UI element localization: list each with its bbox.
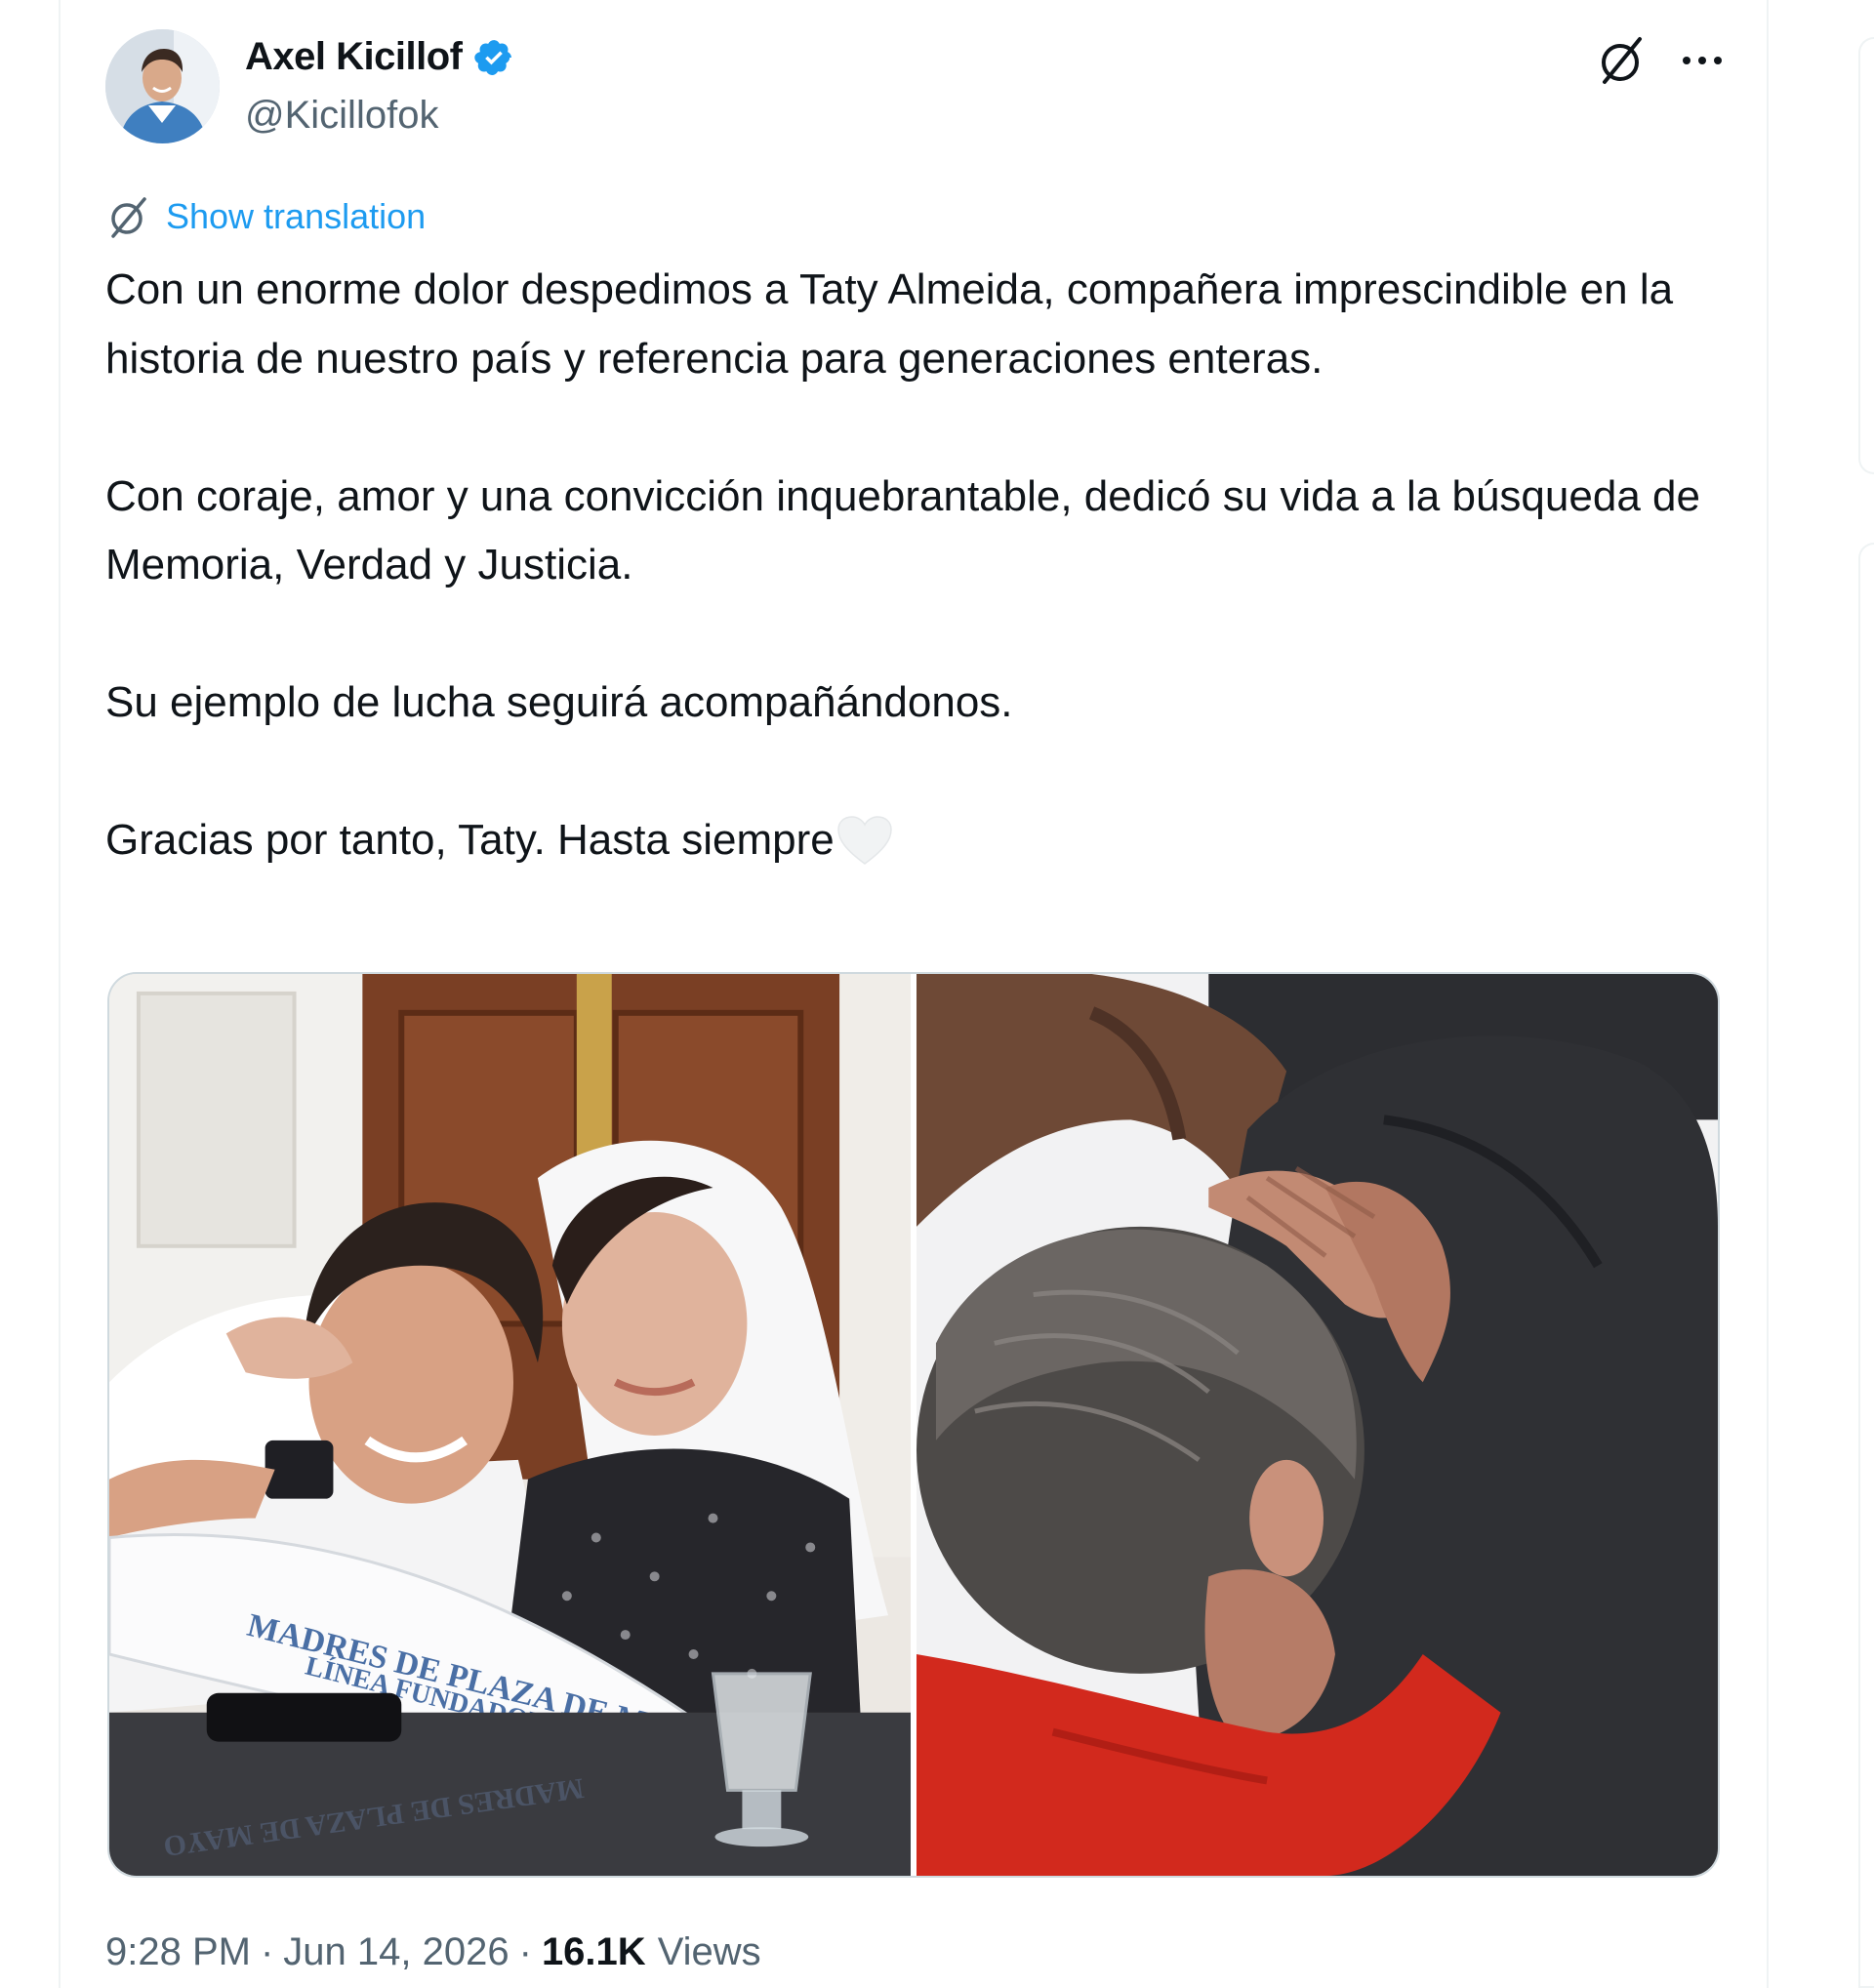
white-heart-icon	[836, 816, 892, 865]
tweet-media-grid: MADRES DE PLAZA DE MAYO LÍNEA FUNDADORA …	[107, 972, 1720, 1878]
page: Axel Kicillof @Kicillofok Show translati…	[0, 0, 1874, 1988]
tweet-date[interactable]: Jun 14, 2026	[283, 1930, 509, 1974]
right-sidebar-card-edge	[1858, 37, 1874, 474]
show-translation-label: Show translation	[166, 196, 427, 236]
author-handle[interactable]: @Kicillofok	[245, 94, 438, 138]
show-translation-link[interactable]: Show translation	[105, 193, 426, 240]
tweet-timestamp[interactable]: 9:28 PM	[105, 1930, 251, 1974]
tweet-text: Con un enorme dolor despedimos a Taty Al…	[105, 256, 1745, 875]
tweet-photo-2[interactable]	[917, 974, 1718, 1876]
author-name-row: Axel Kicillof	[245, 35, 514, 79]
meta-separator: ·	[260, 1930, 274, 1973]
grok-icon[interactable]	[1595, 33, 1650, 88]
avatar[interactable]	[105, 29, 220, 143]
tweet-paragraph: Con coraje, amor y una convicción inqueb…	[105, 471, 1700, 589]
views-count: 16.1K	[541, 1930, 646, 1973]
tweet-header: Axel Kicillof @Kicillofok	[105, 29, 1726, 146]
tweet-paragraph: Gracias por tanto, Taty. Hasta siempre	[105, 816, 835, 864]
photo-man-and-woman-with-headscarf: MADRES DE PLAZA DE MAYO LÍNEA FUNDADORA …	[109, 974, 911, 1876]
tweet-paragraph: Con un enorme dolor despedimos a Taty Al…	[105, 265, 1674, 383]
verified-badge-icon	[474, 39, 512, 75]
more-icon[interactable]	[1675, 41, 1730, 80]
photo-embrace	[917, 974, 1718, 1876]
right-sidebar-card-edge	[1858, 543, 1874, 1988]
tweet-paragraph: Su ejemplo de lucha seguirá acompañándon…	[105, 678, 1013, 726]
tweet-paragraph-last: Gracias por tanto, Taty. Hasta siempre	[105, 806, 1745, 875]
tweet-photo-1[interactable]: MADRES DE PLAZA DE MAYO LÍNEA FUNDADORA …	[109, 974, 911, 1876]
tweet-meta: 9:28 PM · Jun 14, 2026 · 16.1K Views	[105, 1930, 761, 1974]
views-label: Views	[657, 1930, 761, 1973]
author-display-name[interactable]: Axel Kicillof	[245, 35, 463, 79]
translate-icon	[111, 197, 146, 238]
meta-separator: ·	[518, 1930, 532, 1973]
